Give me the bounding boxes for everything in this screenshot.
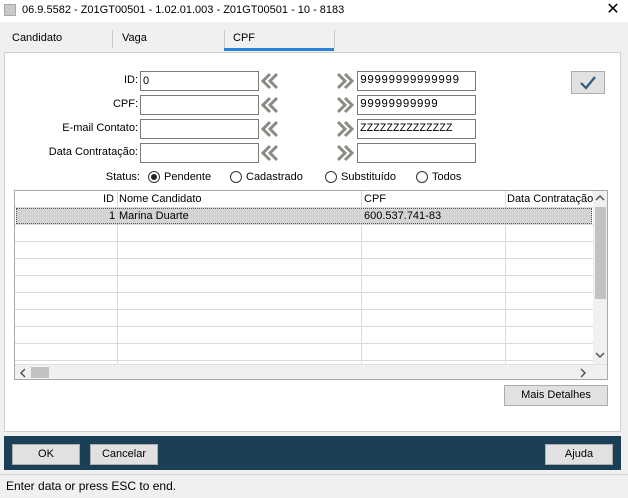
tab-separator [334, 30, 335, 48]
radio-cadastrado[interactable] [230, 171, 242, 183]
double-chevron-left-icon[interactable] [260, 143, 280, 163]
cpf-to-input[interactable]: 99999999999 [357, 95, 476, 115]
radio-substituido-label[interactable]: Substituído [341, 171, 396, 183]
help-button[interactable]: Ajuda [545, 444, 613, 465]
scroll-down-icon[interactable] [595, 351, 605, 359]
cell-cpf: 600.537.741-83 [364, 210, 442, 222]
apply-filter-button[interactable] [571, 71, 605, 94]
double-chevron-left-icon[interactable] [260, 95, 280, 115]
status-label: Status: [105, 171, 140, 183]
row-divider [15, 360, 593, 361]
ok-button[interactable]: OK [12, 444, 80, 465]
scroll-up-icon[interactable] [595, 194, 605, 202]
row-divider [15, 241, 593, 242]
double-chevron-right-icon[interactable] [335, 95, 355, 115]
tab-candidato[interactable]: Candidato [12, 32, 62, 44]
email-label: E-mail Contato: [62, 122, 138, 134]
close-icon[interactable]: ✕ [604, 1, 622, 19]
tab-bar: Candidato Vaga CPF [0, 22, 628, 50]
scroll-left-icon[interactable] [19, 368, 27, 378]
row-divider [15, 224, 593, 225]
cancel-button[interactable]: Cancelar [90, 444, 158, 465]
id-label: ID: [123, 74, 138, 86]
window-title: 06.9.5582 - Z01GT00501 - 1.02.01.003 - Z… [22, 4, 345, 16]
footer-bar: OK Cancelar Ajuda [4, 436, 621, 470]
scroll-right-icon[interactable] [579, 368, 587, 378]
column-header-id[interactable]: ID [103, 193, 114, 205]
tab-cpf[interactable]: CPF [233, 32, 255, 44]
radio-pendente-label[interactable]: Pendente [164, 171, 211, 183]
email-to-input[interactable]: ZZZZZZZZZZZZZZ [357, 119, 476, 139]
data-contratacao-label: Data Contratação: [48, 146, 138, 158]
double-chevron-left-icon[interactable] [260, 71, 280, 91]
id-from-input[interactable]: 0 [140, 71, 259, 91]
column-header-nome[interactable]: Nome Candidato [119, 193, 202, 205]
cpf-label: CPF: [112, 98, 138, 110]
row-divider [15, 275, 593, 276]
horizontal-scrollbar[interactable] [15, 364, 607, 379]
row-divider [15, 343, 593, 344]
double-chevron-right-icon[interactable] [335, 71, 355, 91]
row-divider [15, 309, 593, 310]
double-chevron-right-icon[interactable] [335, 143, 355, 163]
row-divider [15, 326, 593, 327]
app-icon [4, 4, 16, 16]
id-to-input[interactable]: 99999999999999 [357, 71, 476, 91]
radio-pendente[interactable] [148, 171, 160, 183]
radio-cadastrado-label[interactable]: Cadastrado [246, 171, 303, 183]
vertical-scrollbar[interactable] [593, 191, 607, 364]
data-to-input[interactable] [357, 143, 476, 163]
title-bar: 06.9.5582 - Z01GT00501 - 1.02.01.003 - Z… [0, 0, 628, 22]
horizontal-scroll-thumb[interactable] [31, 367, 49, 378]
email-from-input[interactable] [140, 119, 259, 139]
double-chevron-right-icon[interactable] [335, 119, 355, 139]
double-chevron-left-icon[interactable] [260, 119, 280, 139]
active-tab-indicator [224, 48, 334, 51]
tab-separator [112, 30, 113, 48]
radio-todos[interactable] [416, 171, 428, 183]
cell-nome: Marina Duarte [119, 210, 189, 222]
tab-separator [224, 30, 225, 48]
row-divider [15, 258, 593, 259]
status-bar: Enter data or press ESC to end. [0, 474, 628, 498]
column-header-data[interactable]: Data Contratação [507, 193, 593, 205]
cpf-from-input[interactable] [140, 95, 259, 115]
mais-detalhes-button[interactable]: Mais Detalhes [504, 385, 608, 406]
tab-vaga[interactable]: Vaga [122, 32, 147, 44]
radio-substituido[interactable] [325, 171, 337, 183]
data-from-input[interactable] [140, 143, 259, 163]
cell-id: 1 [109, 210, 116, 222]
row-divider [15, 292, 593, 293]
status-bar-text: Enter data or press ESC to end. [6, 479, 177, 493]
column-header-cpf[interactable]: CPF [364, 193, 386, 205]
radio-todos-label[interactable]: Todos [432, 171, 461, 183]
vertical-scroll-thumb[interactable] [595, 207, 606, 299]
candidates-grid[interactable]: ID Nome Candidato CPF Data Contratação 1… [14, 190, 608, 380]
table-row-selected[interactable] [16, 208, 592, 224]
checkmark-icon [580, 76, 596, 90]
